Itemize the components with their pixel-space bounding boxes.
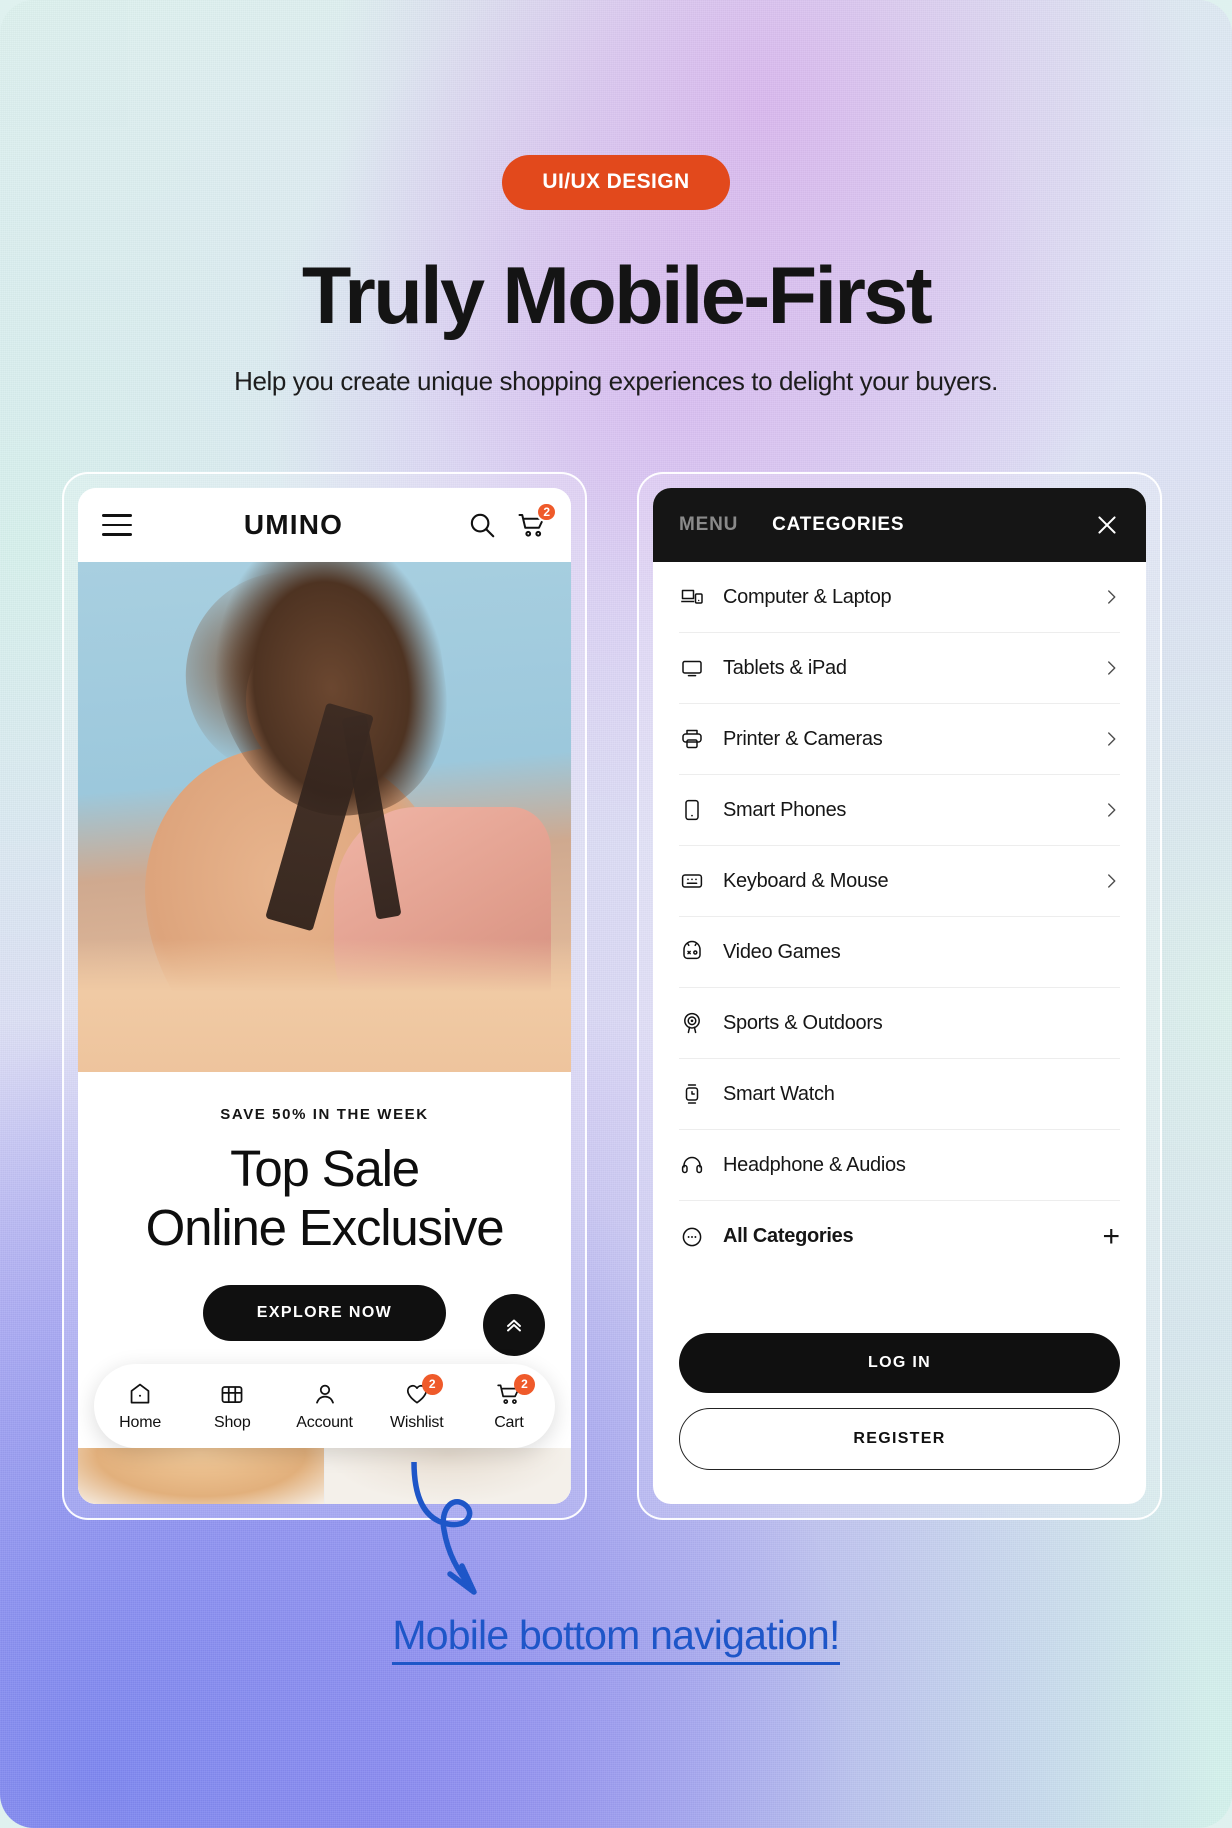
phone-frame-home: UMINO 2 SAVE 50% IN THE WEEK Top Sale On…: [62, 472, 587, 1520]
printer-icon: [679, 726, 705, 752]
app-header: UMINO 2: [78, 488, 571, 562]
category-label: Smart Phones: [723, 798, 847, 821]
category-label: Keyboard & Mouse: [723, 869, 889, 892]
category-badge: UI/UX DESIGN: [502, 155, 730, 210]
tablet-icon: [679, 655, 705, 681]
headphones-icon: [679, 1152, 705, 1178]
category-row-keyboard-mouse[interactable]: Keyboard & Mouse: [679, 846, 1120, 917]
computer-laptop-icon: [679, 584, 705, 610]
cart-icon[interactable]: 2: [517, 502, 557, 540]
auth-actions: LOG IN REGISTER: [679, 1333, 1120, 1470]
annotation-caption: Mobile bottom navigation!: [0, 1612, 1232, 1665]
nav-label-shop: Shop: [214, 1413, 251, 1431]
ellipsis-circle-icon: [679, 1224, 705, 1250]
category-label: Printer & Cameras: [723, 727, 883, 750]
category-row-sports-outdoors[interactable]: Sports & Outdoors: [679, 988, 1120, 1059]
category-row-computer-laptop[interactable]: Computer & Laptop: [679, 562, 1120, 633]
chevron-right-icon: [1102, 730, 1120, 748]
category-label: Tablets & iPad: [723, 656, 847, 679]
explore-now-button[interactable]: EXPLORE NOW: [202, 1285, 447, 1342]
nav-item-shop[interactable]: Shop: [186, 1381, 278, 1432]
nav-label-home: Home: [119, 1413, 162, 1431]
nav-item-cart[interactable]: 2 Cart: [463, 1373, 555, 1432]
nav-item-wishlist[interactable]: 2 Wishlist: [371, 1373, 463, 1432]
login-button[interactable]: LOG IN: [679, 1333, 1120, 1393]
watch-icon: [679, 1081, 705, 1107]
chevron-right-icon: [1102, 872, 1120, 890]
page-subtitle: Help you create unique shopping experien…: [234, 366, 998, 396]
category-label: Computer & Laptop: [723, 585, 892, 608]
nav-item-home[interactable]: Home: [94, 1381, 186, 1432]
bottom-navigation-bar: Home Shop Account 2 Wishlist 2 Cart: [94, 1364, 555, 1448]
promo-title-line2: Online Exclusive: [145, 1199, 505, 1257]
category-label: Smart Watch: [723, 1082, 835, 1105]
chevron-right-icon: [1102, 659, 1120, 677]
category-row-smart-phones[interactable]: Smart Phones: [679, 775, 1120, 846]
category-label: Video Games: [723, 940, 841, 963]
hero-product-photo: [78, 562, 571, 1072]
phone-frame-menu: MENU CATEGORIES Computer & Laptop Tablet…: [637, 472, 1162, 1520]
search-icon[interactable]: [467, 510, 497, 540]
category-list: Computer & Laptop Tablets & iPad Printer…: [653, 562, 1146, 1272]
nav-label-wishlist: Wishlist: [389, 1413, 444, 1431]
nav-label-cart: Cart: [494, 1413, 524, 1431]
phone-screen-menu: MENU CATEGORIES Computer & Laptop Tablet…: [653, 488, 1146, 1504]
tab-categories[interactable]: CATEGORIES: [772, 514, 904, 536]
header-actions: 2: [467, 502, 557, 540]
promo-kicker: SAVE 50% IN THE WEEK: [220, 1106, 429, 1123]
wishlist-badge: 2: [421, 1373, 443, 1395]
annotation-text: Mobile bottom navigation!: [392, 1612, 840, 1665]
phone-screen-home: UMINO 2 SAVE 50% IN THE WEEK Top Sale On…: [78, 488, 571, 1504]
category-row-printer-cameras[interactable]: Printer & Cameras: [679, 704, 1120, 775]
cart-nav-badge: 2: [513, 1373, 535, 1395]
page-title: Truly Mobile-First: [301, 251, 933, 341]
promo-title-line1: Top Sale: [230, 1140, 420, 1197]
plus-icon[interactable]: +: [1102, 1221, 1120, 1252]
chevron-right-icon: [1102, 588, 1120, 606]
register-button[interactable]: REGISTER: [679, 1408, 1120, 1470]
scroll-to-top-button[interactable]: [483, 1294, 545, 1356]
hero-section: UI/UX DESIGN Truly Mobile-First Help you…: [0, 155, 1232, 397]
all-categories-label: All Categories: [723, 1225, 854, 1247]
promo-title: Top Sale Online Exclusive: [98, 1139, 551, 1257]
category-row-headphone-audios[interactable]: Headphone & Audios: [679, 1130, 1120, 1201]
keyboard-icon: [679, 868, 705, 894]
category-row-all-categories[interactable]: All Categories +: [679, 1201, 1120, 1272]
smartphone-icon: [679, 797, 705, 823]
close-icon[interactable]: [1094, 512, 1120, 538]
phone-mockups: UMINO 2 SAVE 50% IN THE WEEK Top Sale On…: [0, 472, 1232, 1532]
tab-menu[interactable]: MENU: [679, 514, 738, 536]
brand-logo[interactable]: UMINO: [126, 509, 461, 541]
category-row-smart-watch[interactable]: Smart Watch: [679, 1059, 1120, 1130]
target-icon: [679, 1010, 705, 1036]
nav-item-account[interactable]: Account: [278, 1381, 370, 1432]
menu-header: MENU CATEGORIES: [653, 488, 1146, 562]
category-row-tablets-ipad[interactable]: Tablets & iPad: [679, 633, 1120, 704]
chevron-right-icon: [1102, 801, 1120, 819]
next-section-peek: [78, 1448, 571, 1504]
cart-badge: 2: [536, 502, 557, 522]
category-label: Headphone & Audios: [723, 1153, 906, 1176]
nav-label-account: Account: [296, 1413, 353, 1431]
category-label: Sports & Outdoors: [723, 1011, 883, 1034]
category-row-video-games[interactable]: Video Games: [679, 917, 1120, 988]
gamepad-icon: [679, 939, 705, 965]
